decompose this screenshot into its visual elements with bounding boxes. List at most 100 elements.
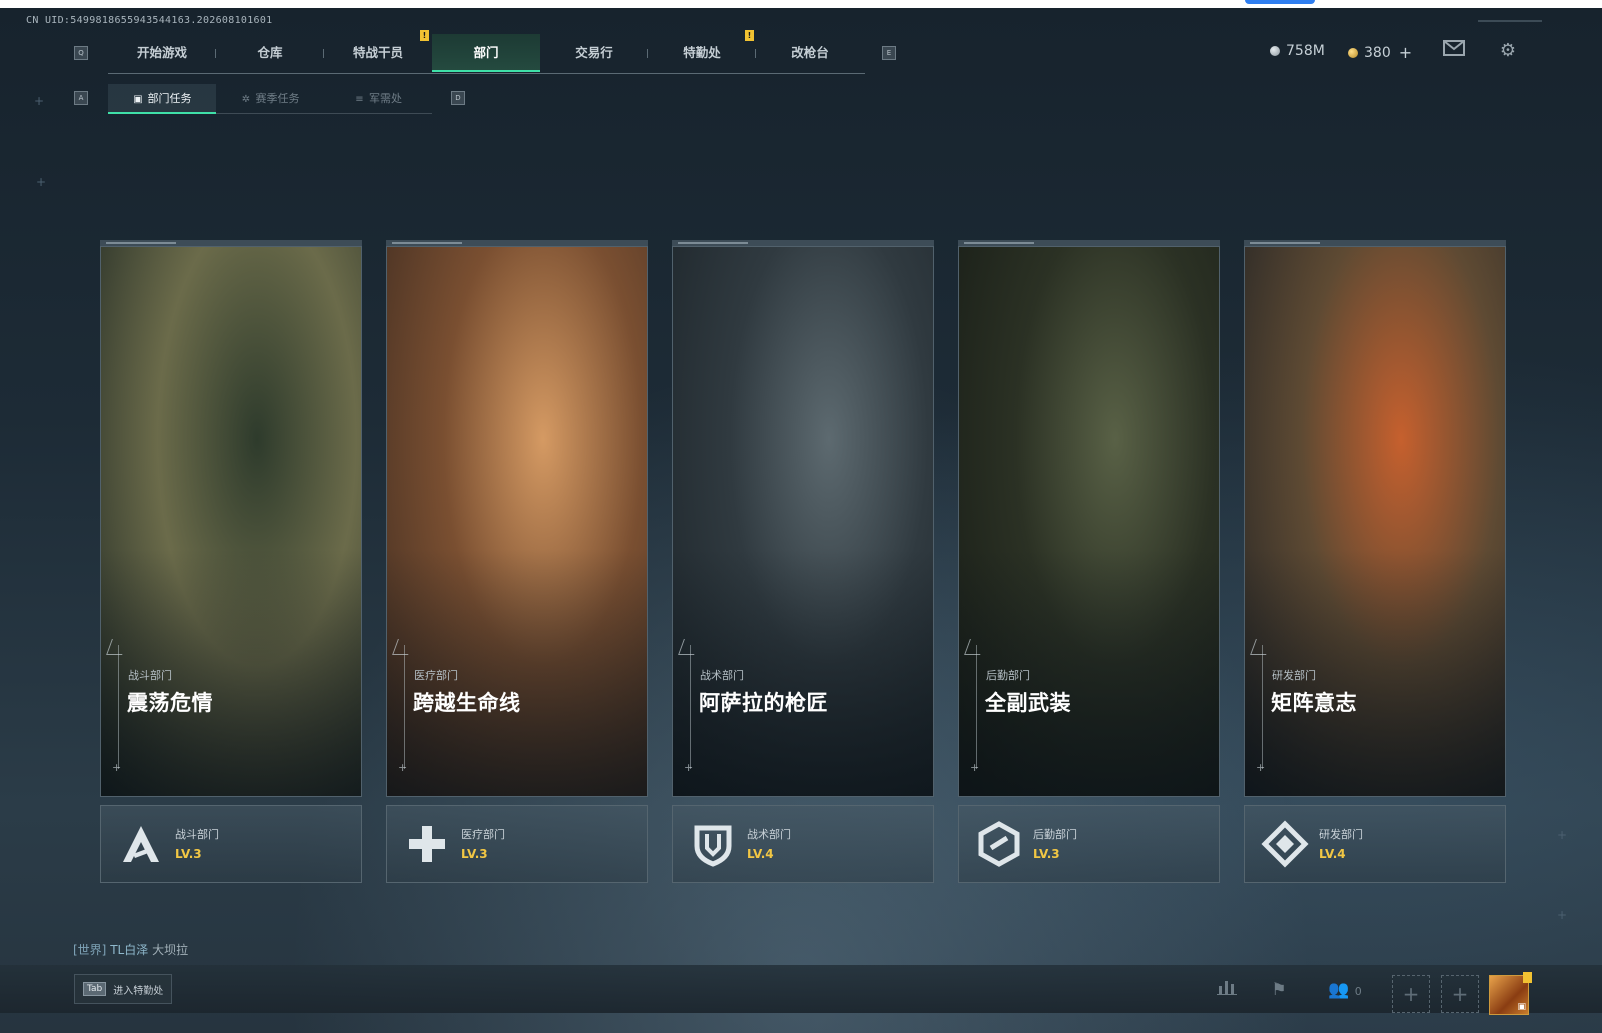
- silver-currency: 758M: [1270, 43, 1325, 59]
- accent-line: [1262, 645, 1263, 769]
- mail-icon[interactable]: [1443, 40, 1465, 62]
- department-info-panel[interactable]: 研发部门 LV.4: [1244, 805, 1506, 883]
- department-art[interactable]: 战斗部门 震荡危情 +: [100, 246, 362, 797]
- gold-coin-icon: [1348, 47, 1358, 58]
- info-department-name: 战斗部门: [175, 828, 219, 841]
- department-art[interactable]: 研发部门 矩阵意志 +: [1244, 246, 1506, 797]
- supply-icon: ≡: [355, 94, 364, 105]
- decor-cross: +: [1557, 828, 1568, 842]
- tab-trading[interactable]: 交易行: [540, 34, 648, 72]
- card-mission-title: 矩阵意志: [1271, 691, 1357, 715]
- department-art[interactable]: 医疗部门 跨越生命线 +: [386, 246, 648, 797]
- department-level: LV.3: [175, 847, 202, 861]
- department-card[interactable]: 医疗部门 跨越生命线 + 医疗部门 LV.3: [386, 240, 648, 884]
- plus-mark: +: [970, 761, 980, 774]
- friends-count: 0: [1354, 985, 1362, 998]
- tab-warehouse[interactable]: 仓库: [216, 34, 324, 72]
- accent-line: [118, 645, 119, 769]
- subtab-supply[interactable]: ≡ 军需处: [324, 84, 432, 114]
- info-department-name: 战术部门: [747, 828, 791, 841]
- stats-icon[interactable]: [1213, 976, 1241, 1004]
- department-level: LV.3: [1033, 847, 1060, 861]
- add-currency-button[interactable]: +: [1399, 43, 1412, 62]
- gear-icon: ✲: [241, 94, 251, 105]
- department-info-panel[interactable]: 后勤部门 LV.3: [958, 805, 1220, 883]
- department-card[interactable]: 战斗部门 震荡危情 + 战斗部门 LV.3: [100, 240, 362, 884]
- card-mission-title: 震荡危情: [127, 691, 213, 715]
- friends-icon: 👥: [1328, 980, 1350, 1000]
- tab-special-ops[interactable]: 特勤处: [648, 34, 756, 72]
- settings-gear-icon[interactable]: ⚙: [1497, 40, 1519, 62]
- rnd-emblem-icon: [1259, 818, 1311, 870]
- chat-channel: [世界]: [73, 943, 107, 957]
- info-department-name: 研发部门: [1319, 828, 1363, 841]
- chat-sender: TL白泽: [110, 943, 149, 957]
- chat-message: 大坝拉: [152, 943, 189, 957]
- avatar-notice-badge: [1523, 972, 1532, 983]
- info-department-name: 后勤部门: [1033, 828, 1077, 841]
- plus-mark: +: [398, 761, 408, 774]
- plus-mark: +: [1256, 761, 1266, 774]
- department-card[interactable]: 研发部门 矩阵意志 + 研发部门 LV.4: [1244, 240, 1506, 884]
- card-department-name: 战斗部门: [128, 669, 172, 682]
- notice-badge-operators: !: [420, 30, 429, 41]
- add-squad-slot-1[interactable]: +: [1392, 975, 1430, 1013]
- avatar-level-icon: ▣: [1517, 1002, 1526, 1012]
- department-screen: CN UID:5499818655943544163.202608101601 …: [0, 8, 1602, 1033]
- department-info-panel[interactable]: 战术部门 LV.4: [672, 805, 934, 883]
- sub-nav: ▣ 部门任务 ✲ 赛季任务 ≡ 军需处: [108, 84, 432, 114]
- accent-line: [690, 645, 691, 769]
- department-art[interactable]: 战术部门 阿萨拉的枪匠 +: [672, 246, 934, 797]
- tactical-emblem-icon: [687, 818, 739, 870]
- logistics-emblem-icon: [973, 818, 1025, 870]
- window-top-strip: [0, 0, 1602, 8]
- card-department-name: 后勤部门: [986, 669, 1030, 682]
- prev-tab-key[interactable]: Q: [74, 46, 88, 60]
- prev-subtab-key[interactable]: A: [74, 91, 88, 105]
- notice-badge-special-ops: !: [745, 30, 754, 41]
- card-mission-title: 跨越生命线: [413, 691, 521, 715]
- top-indicator: [1245, 0, 1315, 4]
- department-info-panel[interactable]: 医疗部门 LV.3: [386, 805, 648, 883]
- combat-emblem-icon: [115, 818, 167, 870]
- flag-icon[interactable]: ⚑: [1265, 976, 1293, 1004]
- friends-button[interactable]: 👥 0: [1325, 976, 1365, 1004]
- card-department-name: 战术部门: [700, 669, 744, 682]
- medical-emblem-icon: [401, 818, 453, 870]
- plus-mark: +: [112, 761, 122, 774]
- decor-cross: +: [36, 175, 47, 189]
- enter-special-ops-label: 进入特勤处: [113, 985, 164, 997]
- task-icon: ▣: [133, 94, 143, 105]
- plus-mark: +: [684, 761, 694, 774]
- enter-special-ops-hint[interactable]: Tab 进入特勤处: [74, 974, 172, 1004]
- department-card[interactable]: 战术部门 阿萨拉的枪匠 + 战术部门 LV.4: [672, 240, 934, 884]
- card-department-name: 医疗部门: [414, 669, 458, 682]
- uid-label: CN UID:5499818655943544163.202608101601: [26, 15, 273, 26]
- accent-line: [404, 645, 405, 769]
- accent-line: [976, 645, 977, 769]
- next-tab-key[interactable]: E: [882, 46, 896, 60]
- decor-cross: +: [1557, 908, 1568, 922]
- info-department-name: 医疗部门: [461, 828, 505, 841]
- department-info-panel[interactable]: 战斗部门 LV.3: [100, 805, 362, 883]
- card-department-name: 研发部门: [1272, 669, 1316, 682]
- department-card[interactable]: 后勤部门 全副武装 + 后勤部门 LV.3: [958, 240, 1220, 884]
- department-level: LV.4: [747, 847, 774, 861]
- decor-line: [1478, 20, 1542, 22]
- department-level: LV.3: [461, 847, 488, 861]
- world-chat-line[interactable]: [世界] TL白泽 大坝拉: [73, 941, 188, 958]
- tab-department[interactable]: 部门: [432, 34, 540, 72]
- player-avatar[interactable]: ▣: [1489, 972, 1532, 1015]
- silver-coin-icon: [1270, 46, 1280, 56]
- tab-start-game[interactable]: 开始游戏: [108, 34, 216, 72]
- subtab-season-tasks[interactable]: ✲ 赛季任务: [216, 84, 324, 114]
- tab-operators[interactable]: 特战干员: [324, 34, 432, 72]
- next-subtab-key[interactable]: D: [451, 91, 465, 105]
- decor-cross: +: [34, 94, 45, 108]
- department-level: LV.4: [1319, 847, 1346, 861]
- gold-currency[interactable]: 380 +: [1348, 43, 1412, 62]
- subtab-department-tasks[interactable]: ▣ 部门任务: [108, 84, 216, 114]
- add-squad-slot-2[interactable]: +: [1441, 975, 1479, 1013]
- tab-gunsmith[interactable]: 改枪台: [756, 34, 864, 72]
- department-art[interactable]: 后勤部门 全副武装 +: [958, 246, 1220, 797]
